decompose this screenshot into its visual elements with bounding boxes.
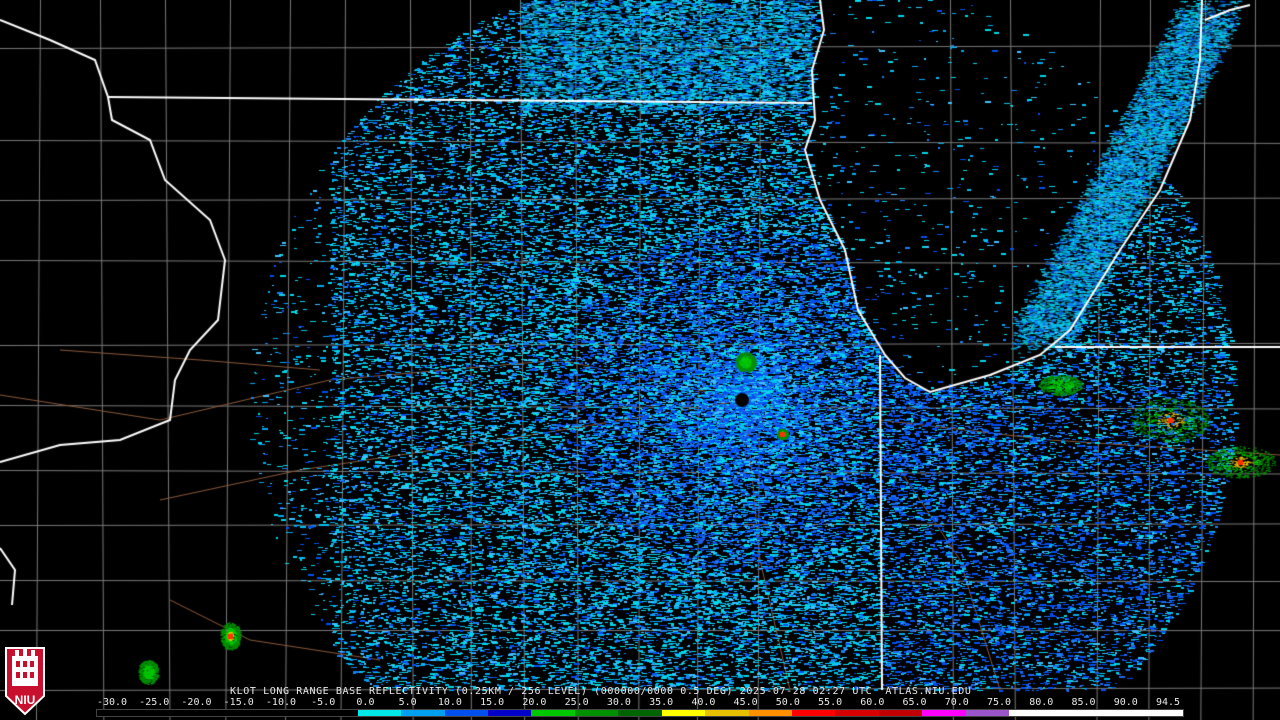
color-scale-swatch <box>1052 710 1097 716</box>
color-scale-swatch <box>270 710 315 716</box>
color-scale-labels: -30.0 -25.0 -20.0 -15.0 -10.0 -5.0 0.0 5.0 10.0 1… <box>0 697 1280 709</box>
color-scale-swatch <box>227 710 271 716</box>
color-scale-tick: -25.0 <box>139 697 170 708</box>
color-scale-tick: 90.0 <box>1113 697 1138 708</box>
color-scale-swatch <box>965 710 1010 716</box>
color-scale-swatch <box>183 710 228 716</box>
color-scale-tick: 30.0 <box>606 697 631 708</box>
color-scale-tick: 5.0 <box>398 697 417 708</box>
color-scale-tick: 50.0 <box>775 697 800 708</box>
color-scale-swatch <box>792 710 836 716</box>
color-scale-swatch <box>487 710 532 716</box>
color-scale-swatch <box>444 710 488 716</box>
color-scale-tick: -30.0 <box>96 697 128 708</box>
color-scale-tick: 75.0 <box>986 697 1012 708</box>
color-scale-tick: -5.0 <box>311 697 336 708</box>
color-scale-tick: 60.0 <box>860 697 885 708</box>
color-scale-swatch <box>531 710 575 716</box>
color-scale-tick: 70.0 <box>944 697 969 708</box>
color-scale-swatch <box>401 710 445 716</box>
color-scale-bar <box>96 709 1184 717</box>
color-scale-tick: 85.0 <box>1071 697 1096 708</box>
color-scale-swatch <box>835 710 879 716</box>
color-scale-tick: 65.0 <box>902 697 927 708</box>
color-scale-swatch <box>1139 710 1183 716</box>
color-scale-tick: 40.0 <box>691 697 716 708</box>
color-scale-tick: -15.0 <box>223 697 254 708</box>
color-scale-swatch <box>661 710 706 716</box>
color-scale-swatch <box>140 710 184 716</box>
color-scale-swatch <box>748 710 792 716</box>
color-scale-swatch <box>357 710 402 716</box>
color-scale-tick: 15.0 <box>480 697 505 708</box>
color-scale-swatch <box>618 710 662 716</box>
color-scale-tick: 94.5 <box>1155 697 1181 708</box>
radar-reflectivity-map <box>0 0 1280 720</box>
color-scale-swatch <box>1009 710 1053 716</box>
color-scale-swatch <box>574 710 619 716</box>
color-scale-swatch <box>922 710 966 716</box>
color-scale-tick: 25.0 <box>564 697 589 708</box>
color-scale-swatch <box>1096 710 1140 716</box>
logo-text: NIU <box>15 693 36 707</box>
color-scale-swatch <box>878 710 923 716</box>
color-scale-tick: -20.0 <box>181 697 212 708</box>
color-scale-tick: 55.0 <box>818 697 843 708</box>
color-scale-swatch <box>705 710 749 716</box>
color-scale-swatch <box>314 710 358 716</box>
color-scale-tick: -10.0 <box>265 697 297 708</box>
color-scale-tick: 80.0 <box>1029 697 1054 708</box>
color-scale-tick: 10.0 <box>437 697 462 708</box>
color-scale-tick: 0.0 <box>356 697 375 708</box>
color-scale-tick: 35.0 <box>649 697 674 708</box>
color-scale-swatch <box>97 710 141 716</box>
color-scale-tick: 45.0 <box>733 697 758 708</box>
color-scale-tick: 20.0 <box>522 697 547 708</box>
niu-logo: NIU <box>5 647 45 716</box>
